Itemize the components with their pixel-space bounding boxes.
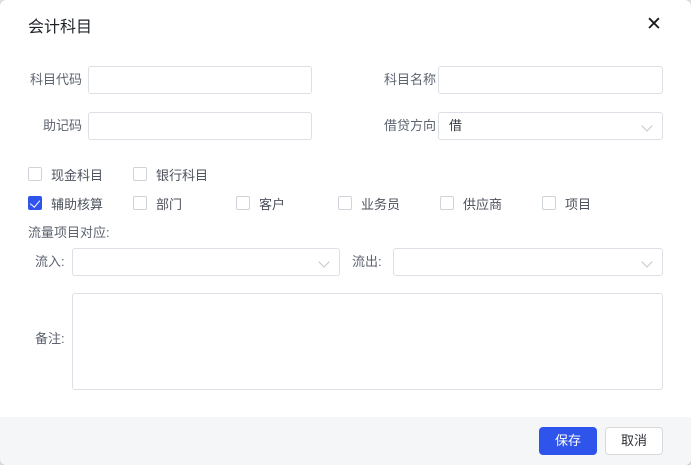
checkbox-icon xyxy=(133,167,147,181)
checkbox-project[interactable]: 项目 xyxy=(542,195,592,212)
flow-section-heading: 流量项目对应: xyxy=(28,225,110,240)
chevron-down-icon xyxy=(318,256,330,268)
remark-label: 备注: xyxy=(35,331,65,346)
mnemonic-code-input[interactable] xyxy=(88,112,312,140)
subject-name-label: 科目名称 xyxy=(384,72,437,87)
account-subject-dialog: 会计科目 ✕ 科目代码 科目名称 助记码 借贷方向 借 现金科目 银行科目 辅助… xyxy=(0,0,691,465)
checkbox-supplier[interactable]: 供应商 xyxy=(440,195,503,212)
checkbox-customer[interactable]: 客户 xyxy=(236,195,286,212)
remark-textarea[interactable] xyxy=(72,293,663,390)
checkbox-salesperson[interactable]: 业务员 xyxy=(338,195,401,212)
direction-select[interactable]: 借 xyxy=(438,112,663,140)
checkbox-bank-subject[interactable]: 银行科目 xyxy=(133,166,209,183)
checkbox-auxiliary-accounting[interactable]: 辅助核算 xyxy=(28,195,104,212)
mnemonic-code-label: 助记码 xyxy=(42,118,82,133)
dialog-title: 会计科目 xyxy=(28,19,93,36)
direction-select-value: 借 xyxy=(449,118,463,133)
subject-code-label: 科目代码 xyxy=(29,72,82,87)
checkbox-label: 客户 xyxy=(259,196,286,212)
checkbox-cash-subject[interactable]: 现金科目 xyxy=(28,166,104,183)
checkbox-icon xyxy=(542,196,556,210)
checkbox-icon xyxy=(440,196,454,210)
outflow-label: 流出: xyxy=(352,254,382,269)
checkbox-icon xyxy=(28,196,42,210)
chevron-down-icon xyxy=(641,120,653,132)
inflow-label: 流入: xyxy=(35,254,65,269)
checkbox-label: 银行科目 xyxy=(156,167,209,183)
direction-label: 借贷方向 xyxy=(384,118,437,133)
subject-name-input[interactable] xyxy=(438,66,663,94)
checkbox-icon xyxy=(338,196,352,210)
checkbox-icon xyxy=(236,196,250,210)
checkbox-label: 部门 xyxy=(156,196,183,212)
checkbox-label: 供应商 xyxy=(463,196,503,212)
checkbox-label: 辅助核算 xyxy=(51,196,104,212)
dialog-footer: 保存 取消 xyxy=(0,417,691,465)
checkbox-label: 业务员 xyxy=(361,196,401,212)
cancel-button[interactable]: 取消 xyxy=(604,427,663,455)
subject-code-input[interactable] xyxy=(88,66,312,94)
checkbox-label: 项目 xyxy=(565,196,592,212)
save-button[interactable]: 保存 xyxy=(538,427,597,455)
inflow-select[interactable] xyxy=(72,248,340,276)
close-icon[interactable]: ✕ xyxy=(641,12,667,38)
checkbox-icon xyxy=(133,196,147,210)
checkbox-label: 现金科目 xyxy=(51,167,104,183)
checkbox-icon xyxy=(28,167,42,181)
outflow-select[interactable] xyxy=(393,248,663,276)
checkbox-department[interactable]: 部门 xyxy=(133,195,183,212)
chevron-down-icon xyxy=(641,256,653,268)
